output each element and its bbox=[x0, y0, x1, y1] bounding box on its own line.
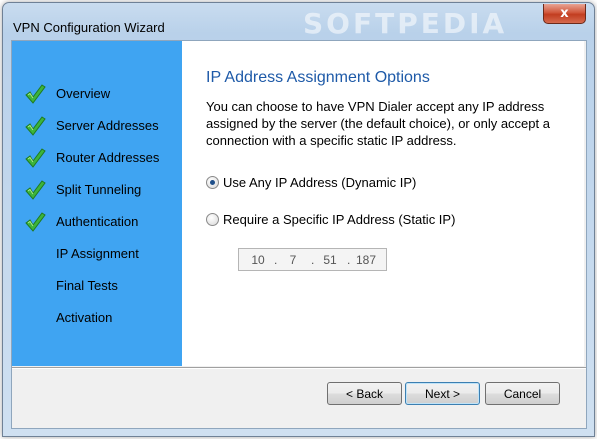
close-icon: x bbox=[560, 6, 569, 21]
sidebar-step-label: Router Addresses bbox=[56, 150, 160, 165]
sidebar-step-label: Activation bbox=[56, 310, 113, 325]
sidebar-step-label: Overview bbox=[56, 86, 111, 101]
back-button[interactable]: < Back bbox=[327, 382, 402, 405]
sidebar-step: Overview bbox=[24, 83, 179, 105]
sidebar-step-label: Authentication bbox=[56, 214, 139, 229]
ip-separator: . bbox=[274, 253, 278, 267]
ip-octet-3[interactable]: 51 bbox=[317, 253, 343, 267]
static-ip-label[interactable]: Require a Specific IP Address (Static IP… bbox=[223, 212, 455, 227]
sidebar-step: Final Tests bbox=[24, 275, 179, 297]
check-icon bbox=[24, 307, 46, 329]
sidebar-step: Authentication bbox=[24, 211, 179, 233]
step-content-panel: IP Address Assignment Options You can ch… bbox=[182, 41, 584, 366]
check-icon bbox=[24, 147, 46, 169]
sidebar-step-label: IP Assignment bbox=[56, 246, 139, 261]
ip-octet-2[interactable]: 7 bbox=[280, 253, 306, 267]
check-icon bbox=[24, 115, 46, 137]
check-icon bbox=[24, 275, 46, 297]
sidebar-step: Router Addresses bbox=[24, 147, 179, 169]
page-description: You can choose to have VPN Dialer accept… bbox=[206, 99, 550, 148]
wizard-window: VPN Configuration Wizard SOFTPEDIA x Ove… bbox=[2, 2, 595, 437]
close-button[interactable]: x bbox=[543, 4, 586, 24]
static-ip-field[interactable]: 10 . 7 . 51 . 187 bbox=[238, 248, 387, 271]
sidebar-step-label: Server Addresses bbox=[56, 118, 159, 133]
check-icon bbox=[24, 243, 46, 265]
ip-octet-1[interactable]: 10 bbox=[245, 253, 271, 267]
sidebar-step: Split Tunneling bbox=[24, 179, 179, 201]
window-title: VPN Configuration Wizard bbox=[13, 20, 165, 35]
steps-sidebar: Overview Server Addresses Router Addresses… bbox=[12, 41, 182, 366]
next-button[interactable]: Next > bbox=[405, 382, 480, 405]
check-icon bbox=[24, 83, 46, 105]
sidebar-step: IP Assignment bbox=[24, 243, 179, 265]
watermark-text: SOFTPEDIA bbox=[303, 7, 508, 40]
dynamic-ip-option[interactable]: Use Any IP Address (Dynamic IP) bbox=[206, 173, 416, 191]
check-icon bbox=[24, 211, 46, 233]
ip-separator: . bbox=[311, 253, 315, 267]
ip-octet-4[interactable]: 187 bbox=[353, 253, 379, 267]
static-ip-radio[interactable] bbox=[206, 212, 219, 226]
sidebar-step-label: Final Tests bbox=[56, 278, 118, 293]
dynamic-ip-label[interactable]: Use Any IP Address (Dynamic IP) bbox=[223, 175, 416, 190]
dynamic-ip-radio[interactable] bbox=[206, 175, 219, 189]
footer-divider bbox=[12, 367, 586, 369]
cancel-button[interactable]: Cancel bbox=[485, 382, 560, 405]
sidebar-step-label: Split Tunneling bbox=[56, 182, 142, 197]
check-icon bbox=[24, 179, 46, 201]
wizard-client-area: Overview Server Addresses Router Addresses… bbox=[11, 40, 587, 429]
static-ip-option[interactable]: Require a Specific IP Address (Static IP… bbox=[206, 210, 455, 228]
page-title: IP Address Assignment Options bbox=[206, 69, 430, 86]
sidebar-step: Activation bbox=[24, 307, 179, 329]
sidebar-step: Server Addresses bbox=[24, 115, 179, 137]
ip-separator: . bbox=[347, 253, 351, 267]
